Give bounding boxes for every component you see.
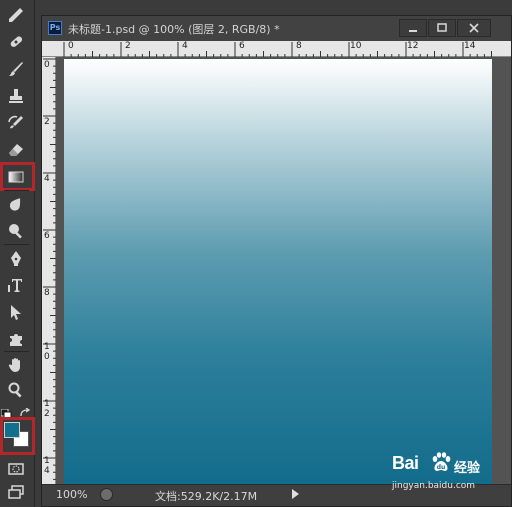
document-window: Ps 未标题-1.psd @ 100% (图层 2, RGB/8) * 0 2 … — [41, 15, 512, 507]
eyedropper-tool[interactable] — [3, 3, 29, 27]
hand-icon — [8, 358, 20, 372]
toolbar-divider — [4, 351, 29, 352]
puzzle-shape-icon — [10, 334, 22, 346]
close-button[interactable] — [457, 19, 491, 37]
toolbar-divider — [4, 244, 29, 245]
ruler-h-label: 2 — [125, 41, 131, 51]
bandage-icon — [10, 36, 23, 47]
ruler-v-label: 8 — [44, 288, 50, 298]
ruler-v-label: 0 — [44, 60, 50, 70]
ruler-v-label: 4 — [44, 174, 50, 184]
watermark-brand: Bai — [392, 453, 419, 473]
ruler-h-label: 12 — [407, 41, 419, 51]
dodge-tool[interactable] — [3, 219, 29, 243]
hand-tool[interactable] — [3, 353, 29, 377]
eraser-icon — [9, 144, 23, 156]
ruler-v-label: 4 — [44, 466, 50, 476]
ruler-h-label: 0 — [68, 41, 74, 51]
horizontal-ruler-ticks — [63, 42, 492, 57]
baidu-paw-logo-icon: du — [432, 452, 451, 471]
pen-tool[interactable] — [3, 246, 29, 270]
svg-text:du: du — [437, 464, 446, 471]
ruler-h-label: 4 — [182, 41, 188, 51]
document-title: 未标题-1.psd @ 100% (图层 2, RGB/8) * — [68, 23, 280, 36]
baidu-jingyan-watermark: Bai du 经验 jingyan.baidu.com — [392, 449, 508, 491]
screen-mode-icon — [8, 485, 24, 499]
brush-icon — [9, 62, 23, 76]
status-info-icon[interactable] — [100, 488, 113, 501]
maximize-button[interactable] — [428, 19, 456, 37]
path-selection-tool[interactable] — [3, 300, 29, 324]
type-icon — [8, 279, 22, 292]
photoshop-logo-icon: Ps — [48, 21, 62, 35]
ruler-v-label: 1 — [44, 342, 50, 352]
history-brush-tool[interactable] — [3, 111, 29, 135]
ruler-h-label: 8 — [296, 41, 302, 51]
zoom-level[interactable]: 100% — [56, 488, 87, 501]
type-tool[interactable] — [3, 273, 29, 297]
swap-colors-icon[interactable] — [19, 403, 31, 417]
tools-panel — [0, 0, 35, 507]
zoom-tool[interactable] — [3, 378, 29, 402]
quick-mask-icon — [8, 463, 24, 475]
close-icon — [469, 23, 479, 33]
brush-tool[interactable] — [3, 57, 29, 81]
blur-tool[interactable] — [3, 192, 29, 216]
color-swatches-highlight — [0, 417, 35, 455]
arrow-cursor-icon — [11, 305, 21, 320]
pen-icon — [11, 251, 21, 266]
document-title-bar[interactable]: Ps 未标题-1.psd @ 100% (图层 2, RGB/8) * — [42, 16, 511, 42]
ruler-h-label: 14 — [464, 41, 476, 51]
clone-stamp-tool[interactable] — [3, 84, 29, 108]
ruler-v-label: 2 — [44, 409, 50, 419]
spot-healing-brush-tool[interactable] — [3, 30, 29, 54]
ruler-origin[interactable] — [42, 41, 55, 57]
ruler-v-label: 0 — [44, 352, 50, 362]
drop-icon — [9, 198, 21, 211]
history-brush-icon — [8, 115, 23, 129]
ruler-v-label: 2 — [44, 117, 50, 127]
minimize-icon — [409, 30, 417, 32]
document-size-info: 文档:529.2K/2.17M — [155, 490, 258, 503]
ruler-v-label: 1 — [44, 399, 50, 409]
maximize-icon — [437, 23, 447, 32]
dodge-icon — [9, 224, 22, 239]
custom-shape-tool[interactable] — [3, 327, 29, 351]
quick-mask-tool[interactable] — [3, 457, 29, 481]
vertical-ruler[interactable]: 0 2 4 6 8 1 0 1 2 1 4 — [42, 57, 56, 487]
ruler-h-label: 10 — [350, 41, 362, 51]
ruler-v-label: 6 — [44, 231, 50, 241]
horizontal-ruler[interactable]: 0 2 4 6 8 10 12 14 — [55, 41, 511, 57]
gradient-tool-highlight — [0, 162, 35, 191]
stamp-icon — [9, 89, 23, 103]
default-colors-icon[interactable] — [0, 404, 15, 420]
ruler-v-label: 1 — [44, 456, 50, 466]
status-menu-arrow-icon[interactable] — [292, 489, 299, 499]
watermark-brand-suffix: 经验 — [454, 461, 481, 476]
ruler-h-label: 6 — [239, 41, 245, 51]
toolbar-divider — [4, 190, 29, 191]
eyedropper-icon — [9, 8, 23, 22]
document-canvas[interactable] — [64, 59, 492, 484]
watermark-url: jingyan.baidu.com — [392, 481, 476, 491]
screen-mode-tool[interactable] — [3, 480, 29, 504]
magnifier-icon — [8, 382, 22, 398]
minimize-button[interactable] — [399, 19, 427, 37]
eraser-tool[interactable] — [3, 138, 29, 162]
